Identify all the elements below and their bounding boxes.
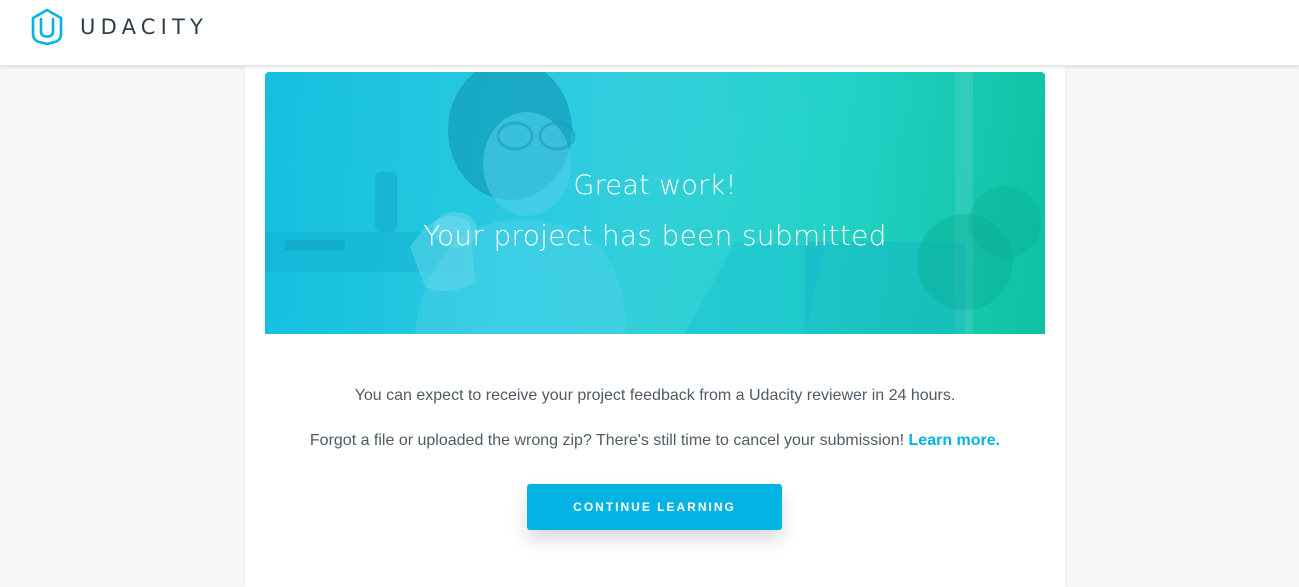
feedback-timing-text: You can expect to receive your project f…	[354, 387, 956, 404]
hero-subtitle: Your project has been submitted	[423, 219, 887, 252]
hero-banner: Great work! Your project has been submit…	[265, 72, 1045, 334]
student-with-coffee-photo	[265, 72, 1045, 334]
udacity-logo-link[interactable]: UDACITY	[28, 8, 208, 46]
cancel-submission-prompt: Forgot a file or uploaded the wrong zip?…	[309, 432, 905, 449]
learn-more-link[interactable]: Learn more.	[909, 432, 1001, 449]
cancel-submission-text: Forgot a file or uploaded the wrong zip?…	[245, 432, 1065, 450]
top-navigation-bar: UDACITY	[0, 0, 1299, 66]
continue-learning-button[interactable]: CONTINUE LEARNING	[527, 484, 782, 530]
udacity-u-logo-icon	[31, 8, 63, 46]
brand-wordmark: UDACITY	[80, 15, 209, 39]
submission-confirmation-card: Great work! Your project has been submit…	[245, 66, 1065, 587]
hero-title: Great work!	[573, 170, 737, 201]
